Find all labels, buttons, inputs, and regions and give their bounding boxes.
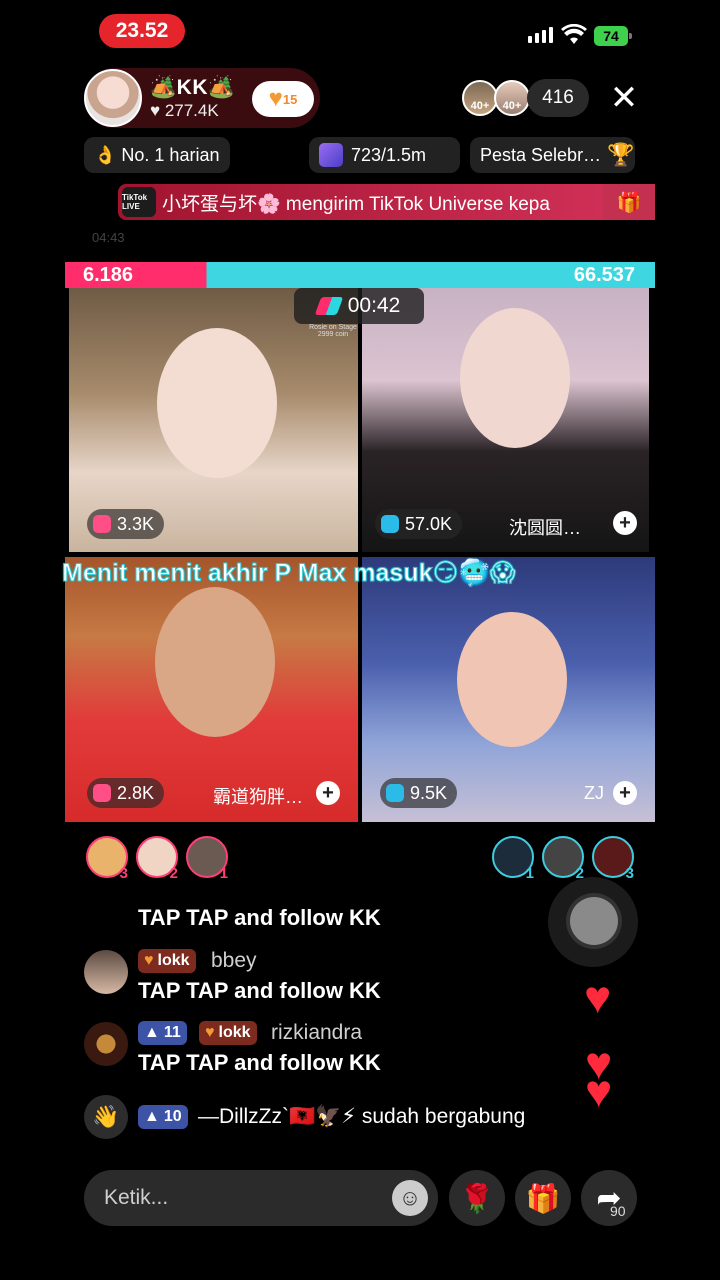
fan-club-button[interactable]: ♥ 15 [252,81,314,117]
viewer-count[interactable]: 416 [527,79,589,117]
right-rank-avatar-3[interactable]: 3 [592,836,634,882]
event-label: Pesta Selebr… [480,144,602,165]
status-time: 23.52 [99,14,185,48]
guest-video-4[interactable]: 9.5K ZJ + [362,557,655,822]
triangle-icon: ▲ [144,1024,160,1041]
emoji-icon[interactable]: ☺ [392,1180,428,1216]
wifi-icon [561,24,587,44]
like-tap-button[interactable] [548,877,638,967]
guest-name-2: 沈圆圆… [509,518,581,538]
fan-badge: ♥ lokk [138,949,196,973]
right-rank-avatar-2[interactable]: 2 [542,836,584,882]
signal-icon [528,27,553,43]
right-rank-avatar-1[interactable]: 1 [492,836,534,882]
coin-progress: 723/1.5m [351,144,427,165]
guest-score-2: 57.0K [375,509,463,539]
fan-level: 15 [282,91,298,107]
triangle-icon: ▲ [144,1108,160,1125]
left-team-score: 6.186 [83,264,134,286]
guest-video-2[interactable]: 57.0K 沈圆圆… + [362,288,649,552]
trophy-icon: 🏆 [607,142,635,167]
floating-heart-icon: ♥ [585,1065,613,1117]
heart-icon: ♥ [205,1024,215,1041]
chat-message: TAP TAP and follow KK [138,905,381,930]
chat-username[interactable]: rizkiandra [271,1021,362,1045]
viewer-level-1: 40+ [470,100,490,112]
coin-goal-pill[interactable]: 723/1.5m [309,137,460,173]
tiktok-live-icon: TikTok LIVE [122,187,156,217]
right-team-score: 66.537 [573,264,635,286]
overlay-caption: Menit menit akhir P Max masuk😏🥶😱 [62,559,517,588]
battle-score-bar: 6.186 66.537 [65,262,655,288]
battle-timer: 00:42 [294,288,424,324]
left-rank-avatar-1[interactable]: 1 [186,836,228,882]
rose-gift-button[interactable]: 🌹 [449,1170,505,1226]
guest-score-3: 2.8K [87,778,165,808]
rosie-gift-label: Rosie on Stage 2999 coin [309,324,357,338]
gift-banner[interactable]: TikTok LIVE 小坏蛋与坏🌸 mengirim TikTok Unive… [118,184,655,220]
gift-box-icon [319,143,343,167]
comment-input[interactable]: Ketik... ☺ [84,1170,438,1226]
wave-hand-icon[interactable]: 👋 [84,1095,128,1139]
close-icon[interactable]: ✕ [606,80,642,116]
chat-message: TAP TAP and follow KK [138,1050,381,1075]
chat-avatar[interactable] [84,1022,128,1066]
gift-icon[interactable]: 🎁 [603,184,655,220]
ghost-timestamp: 04:43 [92,230,125,245]
gift-icon: 🎁 [525,1182,561,1214]
guest-name-4: ZJ [584,783,604,803]
chat-avatar[interactable] [84,950,128,994]
guest-name-3: 霸道狗胖… [213,787,303,807]
gift-button[interactable]: 🎁 [515,1170,571,1226]
level-badge: ▲ 10 [138,1105,188,1129]
top-viewer-avatar-2[interactable]: 40+ [494,80,530,116]
event-pill[interactable]: Pesta Selebr… 🏆 [470,137,635,173]
follow-plus-icon[interactable]: + [316,781,340,805]
host-avatar[interactable] [84,69,142,127]
share-count: 90 [610,1203,626,1219]
guest-score-1: 3.3K [87,509,165,539]
top-viewer-avatar-1[interactable]: 40+ [462,80,498,116]
battery-indicator: 74 [594,26,632,46]
left-rank-avatar-2[interactable]: 2 [136,836,178,882]
chat-username[interactable]: bbey [211,949,257,973]
level-badge: ▲ 11 [138,1021,187,1045]
daily-rank-pill[interactable]: 👌 No. 1 harian [84,137,230,173]
guest-video-3[interactable]: 2.8K 霸道狗胖… + [65,557,358,822]
heart-icon: ♥ [268,85,283,112]
share-button[interactable]: ➦ [581,1170,637,1226]
rose-icon: 🌹 [459,1182,495,1214]
floating-heart-icon: ♥ [584,971,612,1023]
left-rank-avatar-3[interactable]: 3 [86,836,128,882]
viewer-level-2: 40+ [502,100,522,112]
score-icon [381,515,399,533]
guest-score-4: 9.5K [380,778,458,808]
host-name: 🏕️KK🏕️ [150,75,235,99]
chat-message: TAP TAP and follow KK [138,978,381,1003]
follow-plus-icon[interactable]: + [613,511,637,535]
follow-plus-icon[interactable]: + [613,781,637,805]
score-icon [93,784,111,802]
score-icon [93,515,111,533]
fan-badge: ♥ lokk [199,1021,257,1045]
heart-icon: ♥ [144,952,154,969]
comment-placeholder: Ketik... [104,1186,169,1209]
score-icon [386,784,404,802]
join-message: —DillzZz`🇦🇱🦅⚡ sudah bergabung [198,1105,526,1128]
battle-icon [314,297,343,315]
banner-message: 小坏蛋与坏🌸 mengirim TikTok Universe kepa [162,193,550,215]
host-likes: ♥ 277.4K [150,100,219,120]
